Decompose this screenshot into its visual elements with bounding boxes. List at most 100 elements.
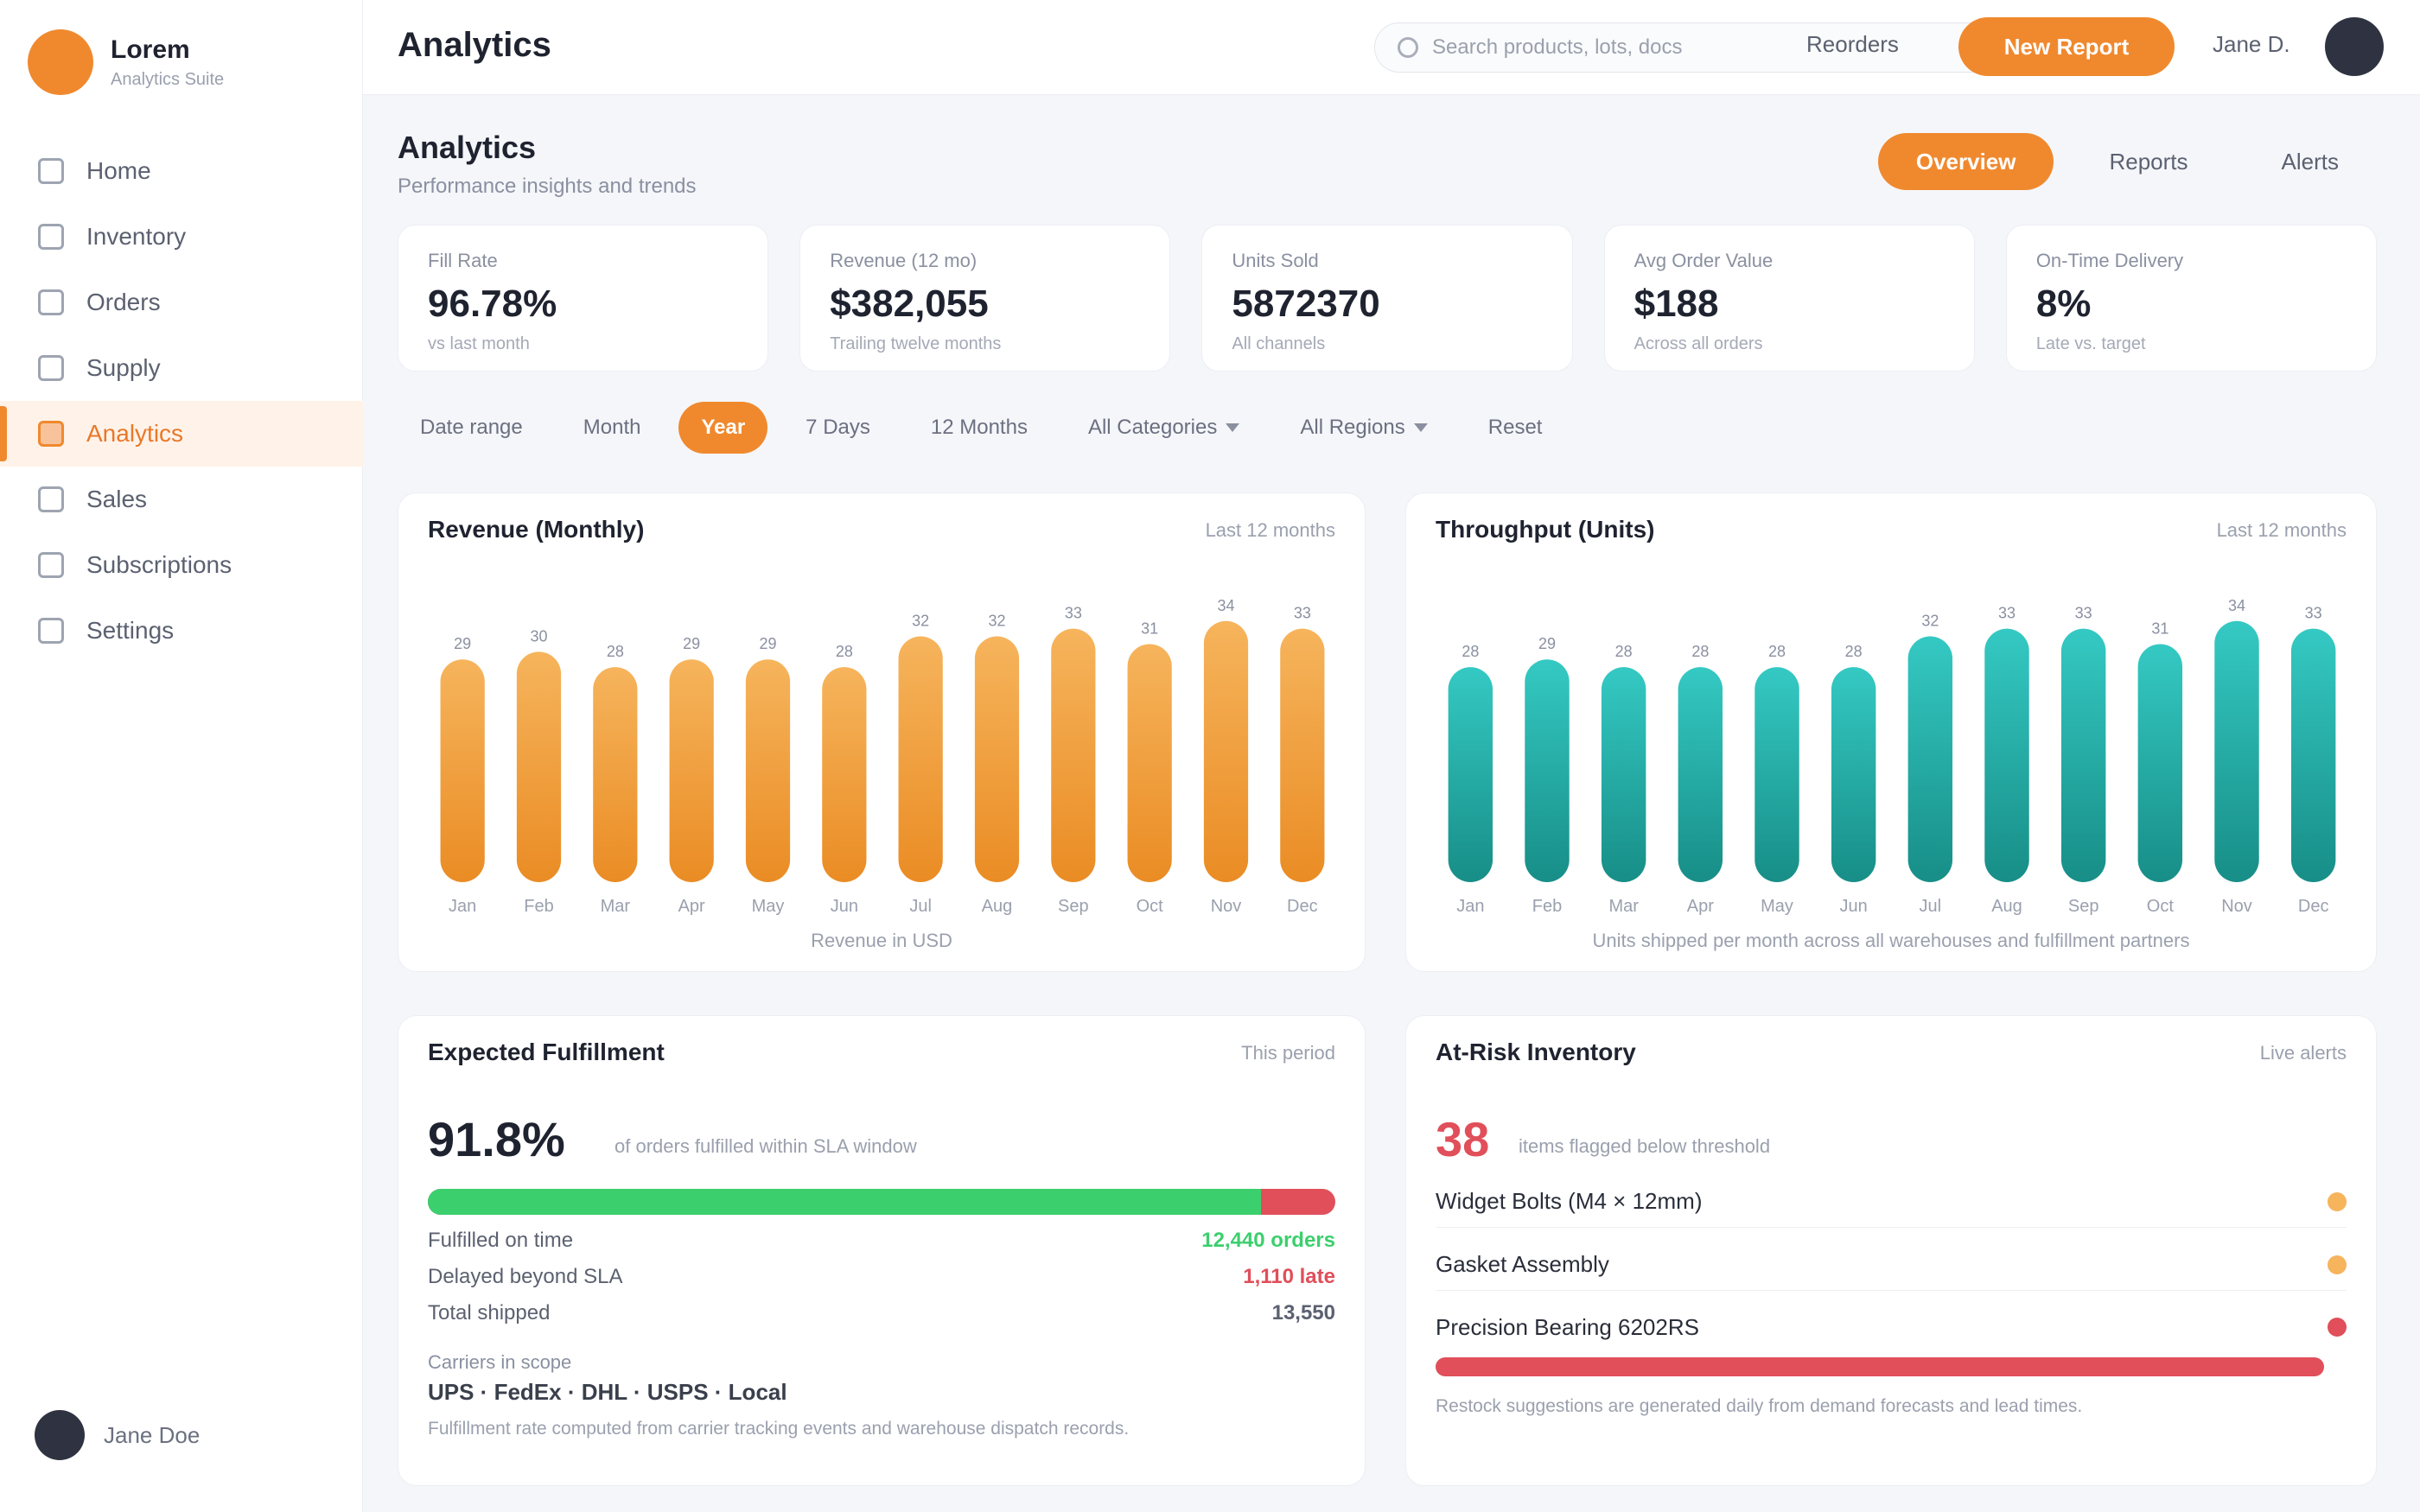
chart-bar[interactable] [1907, 636, 1953, 882]
brand-subtitle: Analytics Suite [111, 69, 225, 89]
tab-overview[interactable]: Overview [1877, 133, 2054, 190]
category-select[interactable]: All Categories [1066, 402, 1262, 454]
chart-bar[interactable] [974, 636, 1020, 882]
chart-bar[interactable] [1678, 667, 1723, 882]
kpi-value: 5872370 [1232, 283, 1380, 325]
x-tick-label: Oct [1137, 897, 1164, 916]
kpi-row: Fill Rate 96.78% vs last month Revenue (… [398, 225, 2378, 372]
region-select[interactable]: All Regions [1277, 402, 1449, 454]
chart-bar[interactable] [745, 659, 791, 882]
x-tick-label: Jan [449, 897, 476, 916]
sidebar-item-subscriptions[interactable]: Subscriptions [0, 532, 363, 598]
chart-bar[interactable] [1601, 667, 1646, 882]
sidebar-item-label: Inventory [86, 223, 187, 250]
brand[interactable]: Lorem Analytics Suite [28, 29, 224, 95]
sidebar-item-sales[interactable]: Sales [0, 467, 363, 532]
stat-label: Fulfilled on time [428, 1229, 574, 1252]
chart-bar[interactable] [822, 667, 867, 882]
bar-value-label: 28 [1768, 643, 1786, 660]
filter-7-days[interactable]: 7 Days [783, 402, 893, 454]
sidebar-item-orders[interactable]: Orders [0, 270, 363, 335]
sidebar-item-supply[interactable]: Supply [0, 335, 363, 401]
bar-value-label: 29 [454, 635, 471, 652]
topbar-title: Analytics [398, 26, 551, 64]
kpi-sub: Late vs. target [2035, 334, 2146, 353]
list-item[interactable]: Gasket Assembly [1436, 1239, 2347, 1291]
fulfillment-note: of orders fulfilled within SLA window [615, 1135, 917, 1157]
x-tick-label: Sep [2068, 897, 2099, 916]
card-title: At-Risk Inventory [1436, 1039, 1636, 1065]
search-placeholder: Search products, lots, docs [1432, 35, 1683, 59]
chart-bar[interactable] [1203, 620, 1249, 882]
at-risk-note: items flagged below threshold [1519, 1135, 1771, 1157]
region-select-value: All Regions [1300, 416, 1405, 439]
revenue-bar-chart: 29 Jan 30 Feb 28 Mar 29 Apr 29 May 28 Jun 32 Jul 32 Aug… [440, 597, 1325, 916]
reorders-link[interactable]: Reorders [1806, 31, 1899, 58]
chart-bar[interactable] [1051, 628, 1096, 882]
bar-value-label: 33 [2075, 605, 2092, 622]
chart-bar[interactable] [898, 636, 943, 882]
kpi-value: 8% [2035, 283, 2092, 325]
stat-value: 1,110 late [1243, 1265, 1335, 1288]
sidebar-item-label: Supply [86, 354, 161, 381]
chart-bar[interactable] [1984, 628, 2029, 882]
chart-bar[interactable] [593, 667, 638, 882]
x-tick-label: Mar [1608, 897, 1639, 916]
chart-bar[interactable] [1448, 667, 1493, 882]
warning-icon [2328, 1255, 2347, 1274]
chart-bar[interactable] [669, 659, 714, 882]
chart-bar[interactable] [440, 659, 485, 882]
sidebar-item-inventory[interactable]: Inventory [0, 204, 363, 270]
sidebar-item-label: Sales [86, 486, 148, 512]
chart-bar[interactable] [1280, 628, 1325, 882]
filter-date-range[interactable]: Date range [398, 402, 545, 454]
critical-stock-bar [1436, 1357, 2324, 1376]
filter-12-months[interactable]: 12 Months [908, 402, 1050, 454]
bar-value-label: 30 [530, 627, 547, 645]
chart-bar[interactable] [2060, 628, 2106, 882]
tab-alerts[interactable]: Alerts [2244, 133, 2377, 190]
filter-year[interactable]: Year [678, 402, 768, 454]
chevron-down-icon [1413, 423, 1428, 432]
bar-value-label: 29 [759, 635, 776, 652]
chart-bar[interactable] [1127, 644, 1172, 882]
filter-month[interactable]: Month [561, 402, 664, 454]
sidebar-item-settings[interactable]: Settings [0, 598, 363, 664]
page-title: Analytics [398, 130, 537, 165]
card-meta[interactable]: Live alerts [2260, 1042, 2347, 1064]
x-tick-label: May [1761, 897, 1793, 916]
chart-bar[interactable] [1831, 667, 1876, 882]
chart-bar[interactable] [2214, 620, 2259, 882]
new-report-button[interactable]: New Report [1958, 17, 2175, 76]
topbar-user-label[interactable]: Jane D. [2213, 31, 2290, 58]
x-tick-label: Feb [524, 897, 553, 916]
stat-label: Delayed beyond SLA [428, 1265, 623, 1288]
chart-bar[interactable] [1754, 667, 1799, 882]
x-tick-label: Apr [1687, 897, 1714, 916]
sidebar-item-analytics[interactable]: Analytics [0, 401, 363, 467]
chart-bar[interactable] [2137, 644, 2183, 882]
x-tick-label: Nov [1211, 897, 1242, 916]
user-avatar[interactable] [2325, 17, 2384, 76]
sidebar-user[interactable]: Jane Doe [35, 1410, 200, 1460]
chart-bar[interactable] [2290, 628, 2336, 882]
kpi-sub: Trailing twelve months [830, 334, 1002, 353]
bar-value-label: 33 [1998, 605, 2016, 622]
reset-button[interactable]: Reset [1466, 402, 1565, 454]
category-select-value: All Categories [1087, 416, 1218, 439]
chart-bar[interactable] [1525, 659, 1570, 882]
kpi-card: Revenue (12 mo) $382,055 Trailing twelve… [799, 225, 1171, 372]
list-item[interactable]: Precision Bearing 6202RS [1436, 1301, 2347, 1353]
chart-caption: Revenue in USD [811, 930, 952, 951]
card-meta[interactable]: This period [1241, 1042, 1335, 1064]
sidebar-item-home[interactable]: Home [0, 138, 363, 204]
tag-icon [38, 486, 64, 512]
x-tick-label: Oct [2147, 897, 2175, 916]
chart-caption: Units shipped per month across all wareh… [1592, 930, 2190, 951]
list-item[interactable]: Widget Bolts (M4 × 12mm) [1436, 1176, 2347, 1228]
stat-row: Total shipped 13,550 [428, 1296, 1335, 1331]
home-icon [38, 158, 64, 184]
tab-reports[interactable]: Reports [2071, 133, 2226, 190]
chart-bar[interactable] [516, 651, 562, 882]
x-tick-label: Nov [2221, 897, 2252, 916]
